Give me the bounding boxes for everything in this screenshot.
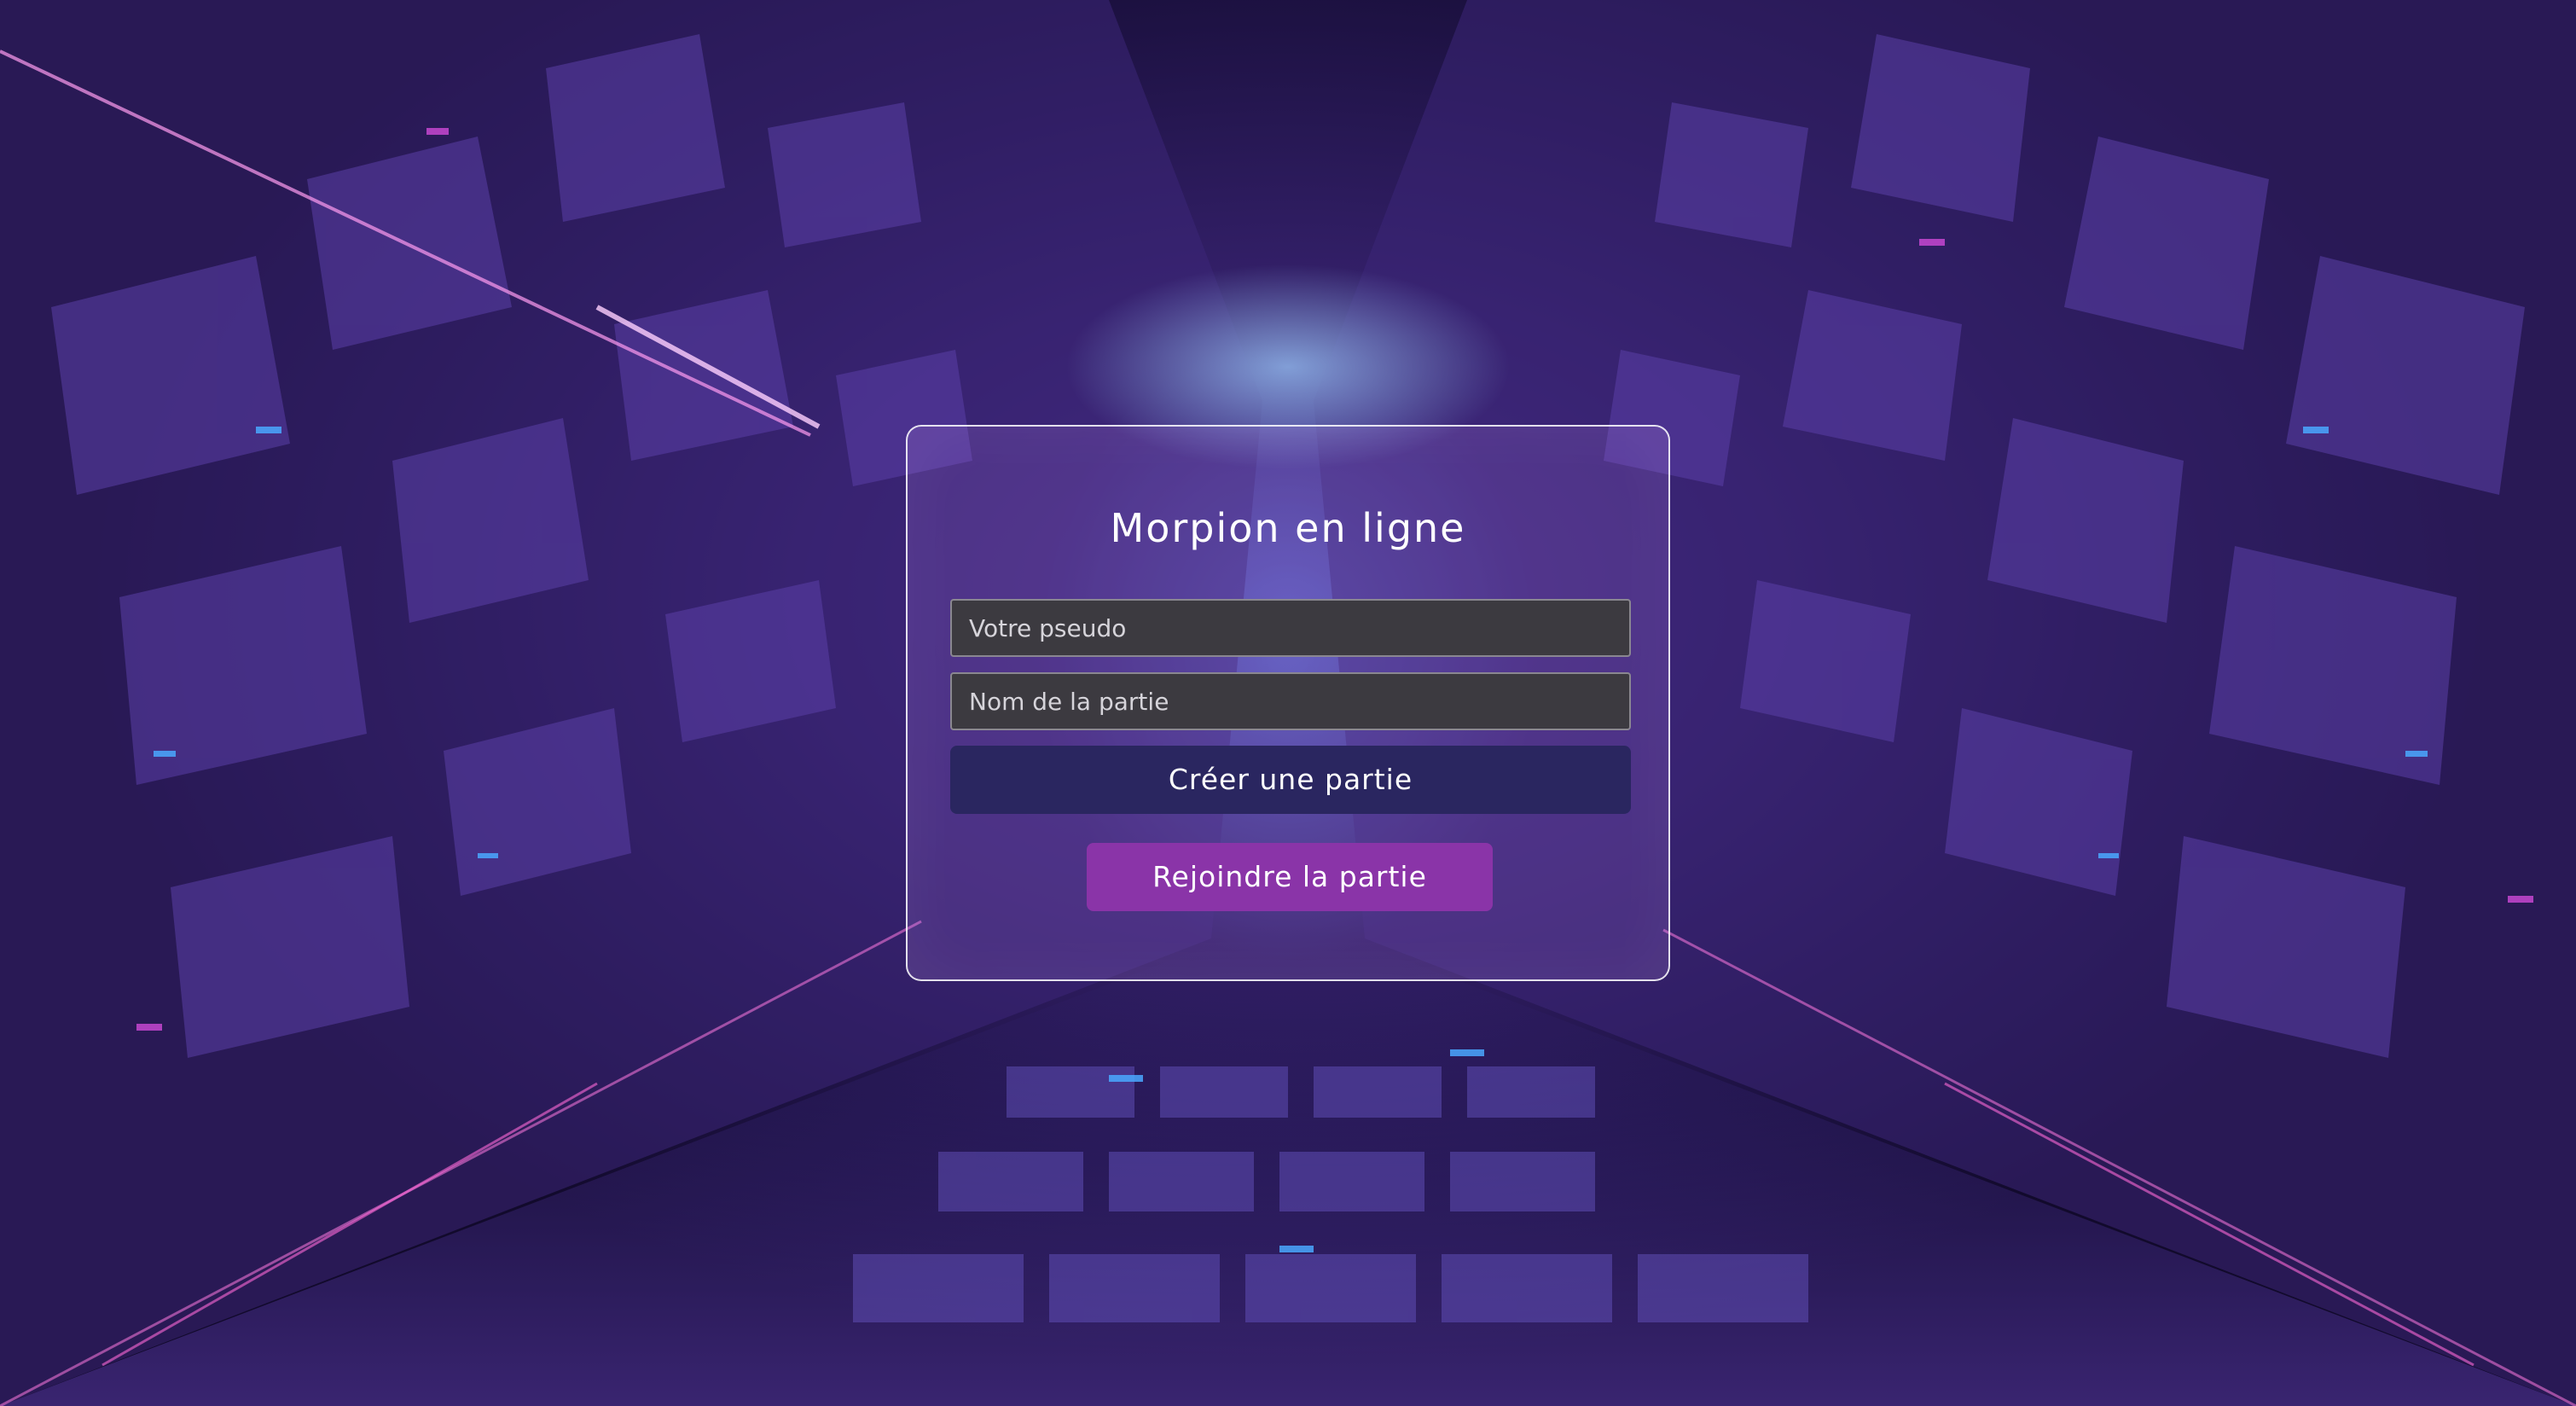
page-title: Morpion en ligne bbox=[1110, 505, 1466, 551]
join-game-label: Rejoindre la partie bbox=[1152, 860, 1427, 893]
game-name-input[interactable] bbox=[950, 672, 1631, 730]
create-game-label: Créer une partie bbox=[1168, 763, 1413, 796]
pseudo-input[interactable] bbox=[950, 599, 1631, 657]
join-game-button[interactable]: Rejoindre la partie bbox=[1087, 843, 1493, 911]
login-card: Morpion en ligne Créer une partie Rejoin… bbox=[906, 425, 1670, 981]
create-game-button[interactable]: Créer une partie bbox=[950, 746, 1631, 814]
